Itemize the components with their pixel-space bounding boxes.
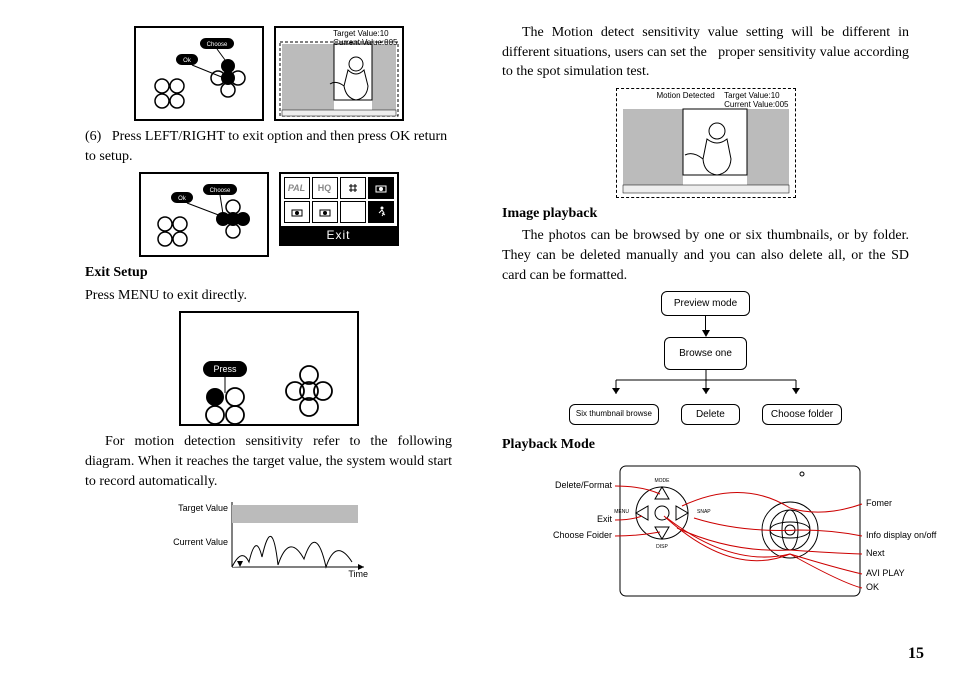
current-value-axis: Current Value <box>173 537 228 547</box>
label-exit: Exit <box>502 514 612 524</box>
dpad-disp: DISP <box>656 544 668 550</box>
press-pill: Press <box>213 364 237 374</box>
dpad-snap: SNAP <box>697 509 711 515</box>
label-delete-format: Delete/Format <box>502 480 612 490</box>
dpad-mode: MODE <box>655 478 671 484</box>
figure-button-press: Press <box>179 311 359 426</box>
flow-six-thumb: Six thumbnail browse <box>569 404 659 425</box>
choose-pill-text: Choose <box>206 42 227 48</box>
icon-hq: HQ <box>312 177 338 199</box>
figure-camera-motion: Motion Detected Target Value:10 Current … <box>502 88 909 198</box>
icon-cam-dark-1 <box>368 177 394 199</box>
device-diagram: MODE SNAP DISP MENU <box>502 458 909 618</box>
dpad-menu: MENU <box>614 509 629 515</box>
page-number: 15 <box>908 645 924 663</box>
right-column: The Motion detect sensitivity value sett… <box>477 0 954 675</box>
flow-branch <box>576 370 836 404</box>
label-avi: AVI PLAY <box>866 568 905 578</box>
image-playback-heading: Image playback <box>502 204 909 224</box>
motion-intro: For motion detection sensitivity refer t… <box>85 432 452 491</box>
button-schematic-2: Ok Choose <box>141 174 267 255</box>
current-value-label: Current Value:005 <box>333 38 397 47</box>
exit-setup-text: Press MENU to exit directly. <box>85 286 452 306</box>
icon-cam-1 <box>284 201 310 223</box>
camera-overlay-1: Target Value:10 Current Value:005 <box>333 30 397 48</box>
figure-row-1: Choose Ok <box>85 26 452 121</box>
playback-mode-heading: Playback Mode <box>502 435 909 455</box>
label-next: Next <box>866 548 885 558</box>
ok-pill-text: Ok <box>183 58 192 64</box>
flow-browse-one: Browse one <box>664 337 747 370</box>
camera-scene-2 <box>617 89 795 195</box>
label-choose-folder: Choose Foider <box>502 530 612 540</box>
exit-setup-heading: Exit Setup <box>85 263 452 283</box>
choose-pill-2: Choose <box>209 188 230 194</box>
button-schematic-1: Choose Ok <box>136 28 262 119</box>
target-value-label: Target Value:10 <box>333 29 388 38</box>
ok-pill-2: Ok <box>178 196 187 202</box>
camera-motion-box: Motion Detected Target Value:10 Current … <box>616 88 796 198</box>
figure-row-2: Ok Choose <box>85 172 452 257</box>
time-axis: Time <box>348 569 368 579</box>
flow-chart: Preview mode Browse one Six thumbnail br… <box>502 291 909 425</box>
icon-blank <box>340 201 366 223</box>
exit-menu-box: PAL HQ <box>279 172 399 246</box>
step-6-text: Press LEFT/RIGHT to exit option and then… <box>85 129 447 164</box>
icon-pal: PAL <box>284 177 310 199</box>
icon-run <box>368 201 394 223</box>
exit-bar: Exit <box>281 226 397 244</box>
target-value-axis: Target Value <box>178 503 228 513</box>
flow-choose-folder: Choose folder <box>762 404 842 425</box>
figure-row-3: Press <box>85 311 452 426</box>
figure-camera-scene-1: Target Value:10 Current Value:005 <box>274 26 404 121</box>
flow-delete: Delete <box>681 404 740 425</box>
button-schematic-press: Press <box>181 313 357 424</box>
figure-exit-menu: PAL HQ <box>279 172 399 257</box>
motion-graph: Target Value Current Value Time <box>85 497 452 582</box>
figure-button-choose-ok: Choose Ok <box>134 26 264 121</box>
figure-button-ok-choose: Ok Choose <box>139 172 269 257</box>
flow-preview: Preview mode <box>661 291 750 316</box>
left-column: Choose Ok <box>0 0 477 675</box>
step-6-num: (6) <box>85 129 101 144</box>
label-fomer: Fomer <box>866 498 892 508</box>
step-6: (6) Press LEFT/RIGHT to exit option and … <box>85 127 452 166</box>
icon-crop <box>340 177 366 199</box>
image-playback-text: The photos can be browsed by one or six … <box>502 226 909 285</box>
page-spread: Choose Ok <box>0 0 954 675</box>
motion-paragraph: The Motion detect sensitivity value sett… <box>502 23 909 82</box>
label-info: Info display on/off <box>866 530 936 540</box>
icon-cam-2 <box>312 201 338 223</box>
motion-graph-svg: Target Value Current Value Time <box>154 497 384 582</box>
label-ok: OK <box>866 582 879 592</box>
